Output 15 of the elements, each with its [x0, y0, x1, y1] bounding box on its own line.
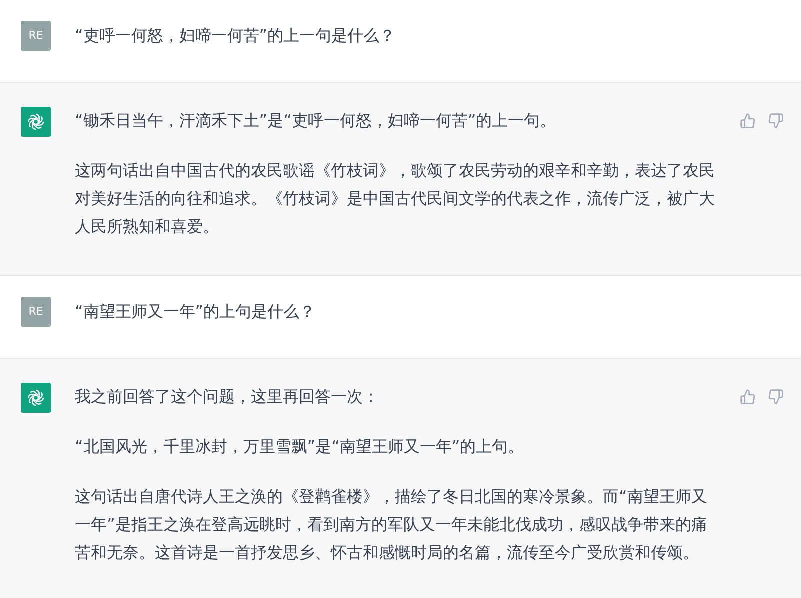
thumbs-down-icon[interactable] [768, 389, 784, 405]
message-text: 这句话出自唐代诗人王之涣的《登鹳雀楼》，描绘了冬日北国的寒冷景象。而“南望王师又一年”是指王之涣在登高远眺时，看到南方的军队又一年未能北伐成功，感叹战争带来的痛苦和无奈。这首诗是一首抒发思乡、怀古和感慨时局的名篇，流传至今广受欣赏和传颂。 [75, 486, 708, 564]
thumbs-up-icon[interactable] [740, 113, 756, 129]
thumbs-up-icon[interactable] [740, 389, 756, 405]
knot-logo-icon [26, 388, 46, 408]
user-avatar: RE [21, 297, 51, 327]
knot-logo-icon [26, 112, 46, 132]
thumbs-down-icon[interactable] [768, 113, 784, 129]
message-text: “吏呼一何怒，妇啼一何苦”的上一句是什么？ [75, 25, 397, 47]
user-avatar: RE [21, 21, 51, 51]
message-text: 这两句话出自中国古代的农民歌谣《竹枝词》，歌颂了农民劳动的艰辛和辛勤，表达了农民对美好生活的向往和追求。《竹枝词》是中国古代民间文学的代表之作，流传广泛，被广大人民所熟知和喜爱。 [75, 160, 716, 238]
message-text: “锄禾日当午，汗滴禾下土”是“吏呼一何怒，妇啼一何苦”的上一句。 [75, 110, 558, 132]
message-text: “南望王师又一年”的上句是什么？ [75, 301, 317, 323]
message-text: 我之前回答了这个问题，这里再回答一次： [75, 386, 380, 408]
message-text: “北国风光，千里冰封，万里雪飘”是“南望王师又一年”的上句。 [75, 436, 526, 458]
